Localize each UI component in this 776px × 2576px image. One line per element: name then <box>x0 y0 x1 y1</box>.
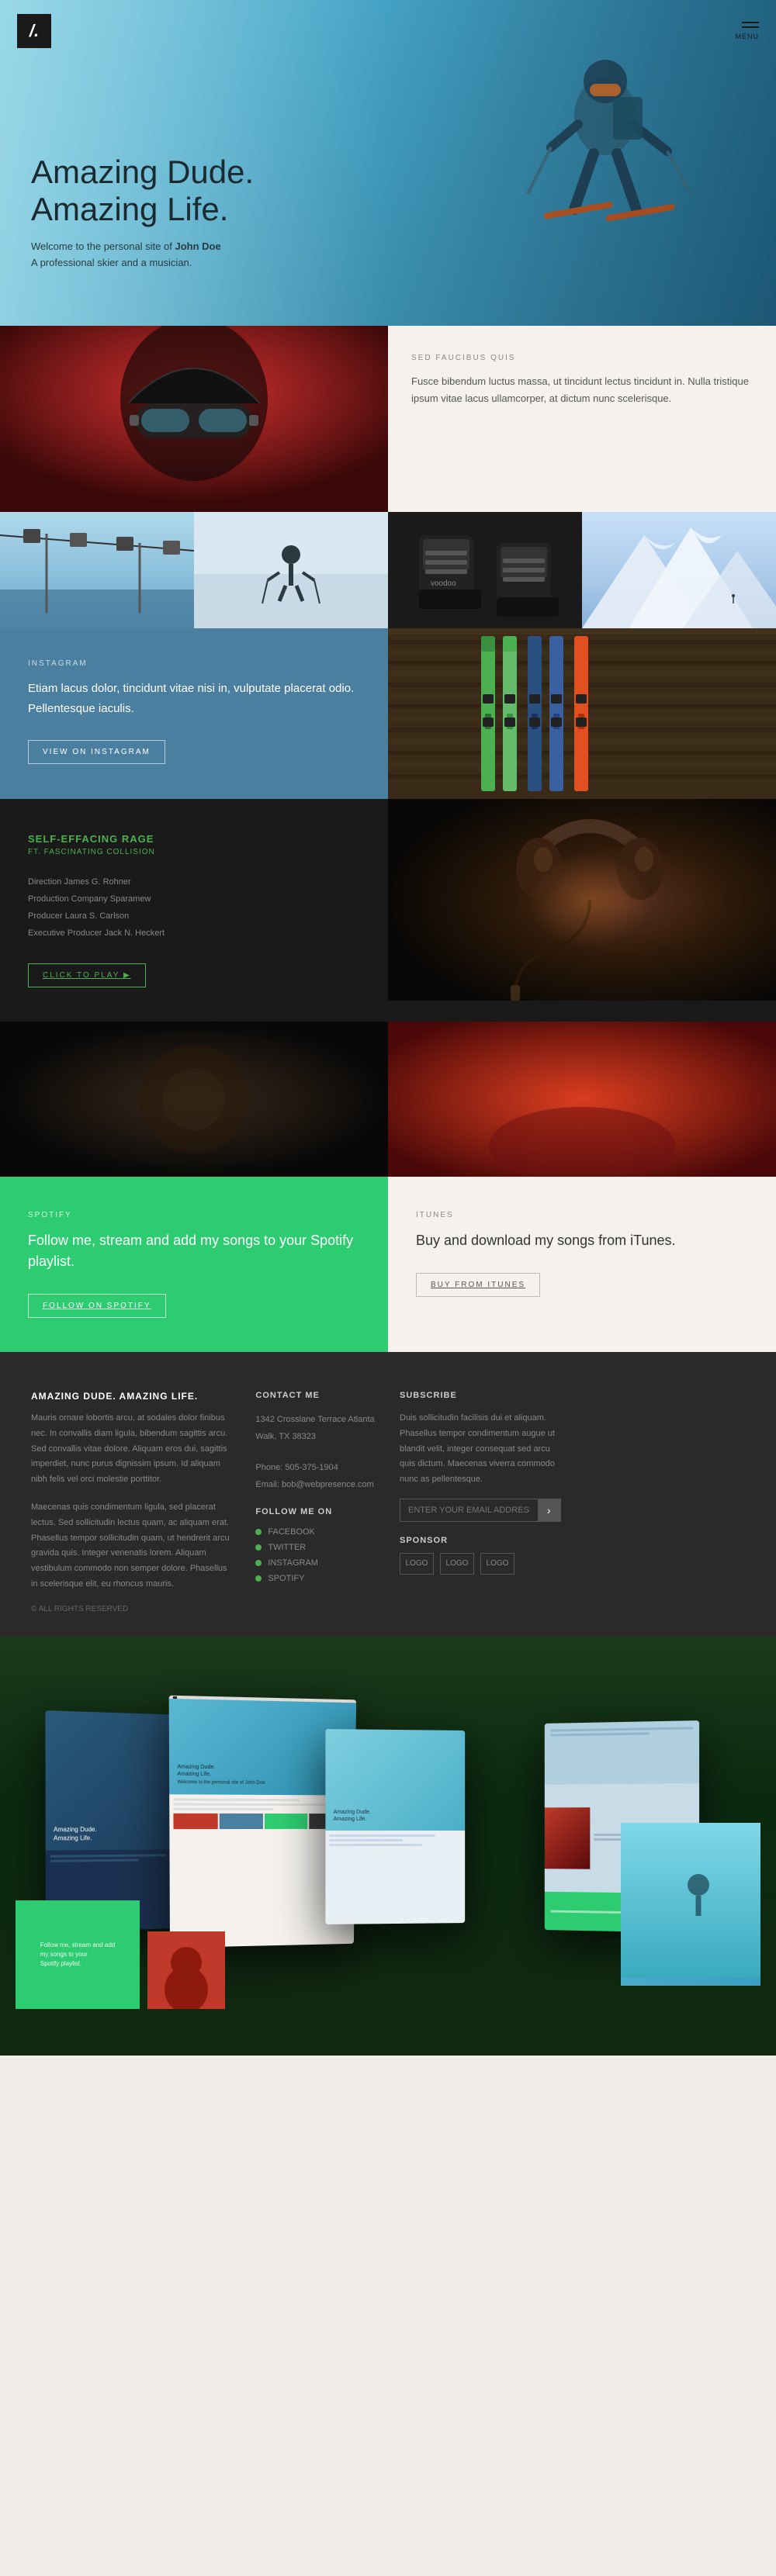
social-twitter: TWITTER <box>255 1543 376 1552</box>
instagram-text: Etiam lacus dolor, tincidunt vitae nisi … <box>28 679 360 718</box>
video-title: SELF-EFFACING RAGE <box>28 833 360 845</box>
email-input[interactable] <box>400 1499 538 1521</box>
sponsor-logo-3: LOGO <box>480 1553 514 1575</box>
about-image <box>0 326 388 512</box>
instagram-button[interactable]: VIEW ON INSTAGRAM <box>28 740 165 764</box>
social-instagram-label: INSTAGRAM <box>268 1558 318 1568</box>
spotify-label: SPOTIFY <box>28 1211 360 1219</box>
footer-brand-text: Mauris ornare lobortis arcu, at sodales … <box>31 1411 232 1488</box>
main-nav: /. MENU <box>0 0 776 62</box>
footer-phone: Phone: 505-375-1904 <box>255 1459 376 1476</box>
sponsor-title: SPONSOR <box>400 1536 561 1545</box>
footer-address: 1342 Crosslane Terrace Atlanta Walk, TX … <box>255 1411 376 1445</box>
about-label: SED FAUCIBUS QUIS <box>411 354 753 362</box>
instagram-content: INSTAGRAM Etiam lacus dolor, tincidunt v… <box>0 628 388 799</box>
footer-contact-title: CONTACT ME <box>255 1391 376 1400</box>
footer-copyright: © ALL RIGHTS RESERVED <box>31 1605 232 1613</box>
music-image-right <box>388 1022 776 1177</box>
hero-title: Amazing Dude.Amazing Life. <box>31 154 254 229</box>
instagram-label: INSTAGRAM <box>28 659 360 668</box>
spotify-button[interactable]: FOLLOW ON SPOTIFY <box>28 1294 166 1318</box>
photo-mountain <box>582 512 776 628</box>
sponsor-logo-2: LOGO <box>440 1553 474 1575</box>
mockup-section: Amazing Dude.Amazing Life. Amazing Dude.… <box>0 1637 776 2056</box>
mockup-red-accent <box>147 1931 225 2009</box>
menu-label: MENU <box>736 33 760 40</box>
mockup-blue-accent <box>621 1831 760 1986</box>
video-subtitle: FT. FASCINATING COLLISION <box>28 848 360 856</box>
music-image-left <box>0 1022 388 1177</box>
footer-brand: AMAZING DUDE. AMAZING LIFE. Mauris ornar… <box>31 1391 232 1613</box>
mockup-container: Amazing Dude.Amazing Life. Amazing Dude.… <box>16 1683 760 2009</box>
sponsor-logo-1: LOGO <box>400 1553 434 1575</box>
hero-subtitle: Welcome to the personal site of John Doe… <box>31 239 254 271</box>
spotify-block: SPOTIFY Follow me, stream and add my son… <box>0 1177 388 1352</box>
svg-text:voodoo: voodoo <box>431 579 456 588</box>
instagram-section: INSTAGRAM Etiam lacus dolor, tincidunt v… <box>0 628 776 799</box>
footer-contact: CONTACT ME 1342 Crosslane Terrace Atlant… <box>255 1391 376 1613</box>
about-text: SED FAUCIBUS QUIS Fusce bibendum luctus … <box>388 326 776 512</box>
menu-line <box>742 22 759 23</box>
about-body: Fusce bibendum luctus massa, ut tincidun… <box>411 373 753 407</box>
social-twitter-label: TWITTER <box>268 1543 306 1552</box>
photo-ski-lift <box>0 512 194 628</box>
footer-brand-title: AMAZING DUDE. AMAZING LIFE. <box>31 1391 232 1402</box>
social-dot-icon <box>255 1560 262 1566</box>
email-form[interactable]: › <box>400 1499 561 1522</box>
social-dot-icon <box>255 1575 262 1582</box>
social-spotify: SPOTIFY <box>255 1574 376 1583</box>
footer-email: Email: bob@webpresence.com <box>255 1476 376 1493</box>
social-facebook-label: FACEBOOK <box>268 1527 315 1537</box>
footer-subscribe-text: Duis sollicitudin facilisis dui et aliqu… <box>400 1411 561 1488</box>
site-logo[interactable]: /. <box>17 14 51 48</box>
spotify-text: Follow me, stream and add my songs to yo… <box>28 1230 360 1272</box>
hero-section: /. MENU Amazing Dude.Amazing Life. Welco… <box>0 0 776 326</box>
photo-grid: voodoo <box>0 512 776 628</box>
video-section: SELF-EFFACING RAGE FT. FASCINATING COLLI… <box>0 799 776 1022</box>
footer: AMAZING DUDE. AMAZING LIFE. Mauris ornar… <box>0 1352 776 1637</box>
menu-line <box>742 26 759 28</box>
mockup-green-accent: Follow me, stream and addmy songs to you… <box>16 1900 140 2009</box>
sponsor-logos: LOGO LOGO LOGO <box>400 1553 561 1575</box>
streaming-section: SPOTIFY Follow me, stream and add my son… <box>0 1177 776 1352</box>
skier-image <box>481 39 729 303</box>
photo-lone-skier <box>194 512 388 628</box>
footer-subscribe-title: SUBSCRIBE <box>400 1391 561 1400</box>
play-button[interactable]: CLICK TO PLAY ▶ <box>28 963 146 987</box>
footer-follow-title: FOLLOW ME ON <box>255 1507 376 1516</box>
itunes-label: ITUNES <box>416 1211 748 1219</box>
music-secondary <box>0 1022 776 1177</box>
footer-subscribe: SUBSCRIBE Duis sollicitudin facilisis du… <box>400 1391 561 1613</box>
social-dot-icon <box>255 1544 262 1551</box>
email-submit-button[interactable]: › <box>538 1499 560 1521</box>
device-mockup-3: Amazing Dude.Amazing Life. <box>325 1729 465 1924</box>
video-image <box>388 799 776 1001</box>
photo-ski-boots: voodoo <box>388 512 582 628</box>
about-section: SED FAUCIBUS QUIS Fusce bibendum luctus … <box>0 326 776 512</box>
itunes-text: Buy and download my songs from iTunes. <box>416 1230 748 1251</box>
video-credits: Direction James G. Rohner Production Com… <box>28 873 360 942</box>
social-spotify-label: SPOTIFY <box>268 1574 304 1583</box>
video-content: SELF-EFFACING RAGE FT. FASCINATING COLLI… <box>0 799 388 1022</box>
social-facebook: FACEBOOK <box>255 1527 376 1537</box>
itunes-block: ITUNES Buy and download my songs from iT… <box>388 1177 776 1352</box>
menu-button[interactable]: MENU <box>736 22 760 40</box>
social-dot-icon <box>255 1529 262 1535</box>
hero-content: Amazing Dude.Amazing Life. Welcome to th… <box>31 154 254 271</box>
footer-brand-text2: Maecenas quis condimentum ligula, sed pl… <box>31 1500 232 1592</box>
social-instagram: INSTAGRAM <box>255 1558 376 1568</box>
itunes-button[interactable]: BUY FROM ITUNES <box>416 1273 540 1297</box>
instagram-image <box>388 628 776 799</box>
